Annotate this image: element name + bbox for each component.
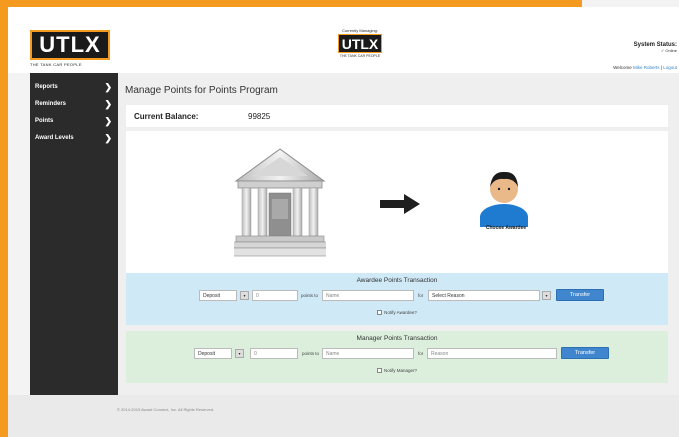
balance-bar: Current Balance: 99825 [126,105,668,127]
manager-name-input[interactable]: Name [322,348,414,359]
header: UTLX THE TANK CAR PEOPLE Currently Manag… [8,7,679,73]
points-input[interactable]: 0 [252,290,298,301]
bank-icon [234,148,326,257]
chevron-down-icon[interactable]: ▾ [240,291,249,300]
page-title: Manage Points for Points Program [125,85,278,96]
sidebar-item-award-levels[interactable]: Award Levels ❯ [30,132,118,144]
sidebar-item-label: Reports [35,84,58,90]
reason-select[interactable]: Select Reason [428,290,540,301]
arrow-right-icon [380,194,420,214]
for-label: for [418,293,424,298]
notify-manager-row: Notify Manager? [126,368,668,374]
manager-points-panel: Manager Points Transaction Deposit ▾ 0 p… [126,331,668,383]
notify-awardee-row: Notify Awardee? [126,310,668,316]
chevron-right-icon: ❯ [104,132,112,143]
notify-awardee-checkbox[interactable] [377,310,383,316]
logout-link[interactable]: Logout [663,65,677,70]
accent-bar-top [0,0,582,7]
footer-copyright: © 2014-2015 Award Connect, Inc. All Righ… [117,407,215,412]
points-to-label: points to [302,351,320,356]
status-value: ✓ Online [660,48,677,53]
for-label: for [418,351,424,356]
chevron-right-icon: ❯ [104,98,112,109]
welcome-prefix: Welcome [613,65,632,70]
chevron-right-icon: ❯ [104,81,112,92]
awardee-transaction-row: Deposit ▾ 0 points to Name for Select Re… [126,289,668,304]
points-input[interactable]: 0 [250,348,298,359]
points-to-label: points to [301,293,319,298]
balance-label: Current Balance: [134,111,199,121]
app-frame: UTLX THE TANK CAR PEOPLE Currently Manag… [0,0,679,437]
sidebar-item-label: Reminders [35,101,67,107]
managing-tagline: THE TANK CAR PEOPLE [339,54,381,58]
awardee-name-input[interactable]: Name [322,290,414,301]
sidebar-item-points[interactable]: Points ❯ [30,115,118,127]
sidebar-item-label: Points [35,118,54,124]
utlx-logo[interactable]: UTLX THE TANK CAR PEOPLE [30,30,110,67]
awardee-panel-title: Awardee Points Transaction [356,277,438,284]
awardee-transfer-button[interactable]: Transfer [556,289,604,301]
logo-tagline: THE TANK CAR PEOPLE [30,62,82,67]
reason-input[interactable]: Reason [427,348,557,359]
notify-manager-checkbox[interactable] [376,368,382,374]
notify-awardee-label: Notify Awardee? [384,310,417,315]
currently-managing: Currently Managing: UTLX THE TANK CAR PE… [338,28,382,58]
transfer-illustration: Choose Awardee [126,131,668,273]
user-avatar-icon[interactable] [476,167,532,227]
balance-value: 99825 [248,111,271,121]
manager-transaction-row: Deposit ▾ 0 points to Name for Reason Tr… [126,347,668,362]
main-content: Manage Points for Points Program Current… [118,73,679,395]
managing-caption: Currently Managing: [341,28,379,33]
sidebar-item-reports[interactable]: Reports ❯ [30,81,118,93]
sidebar-item-reminders[interactable]: Reminders ❯ [30,98,118,110]
accent-bar-left [0,0,8,437]
choose-awardee-label[interactable]: Choose Awardee [466,225,546,231]
footer: © 2014-2015 Award Connect, Inc. All Righ… [8,395,679,437]
sidebar: Reports ❯ Reminders ❯ Points ❯ Award Lev… [30,73,118,395]
manager-transfer-button[interactable]: Transfer [561,347,609,359]
transaction-type-select[interactable]: Deposit [199,290,237,301]
chevron-down-icon[interactable]: ▾ [235,349,244,358]
separator: | [660,65,662,70]
chevron-right-icon: ❯ [104,115,112,126]
welcome-user-link[interactable]: Mike Roberts [633,65,660,70]
chevron-down-icon[interactable]: ▾ [542,291,551,300]
welcome-line: Welcome Mike Roberts | Logout [613,65,677,70]
notify-manager-label: Notify Manager? [383,368,418,373]
transaction-type-select[interactable]: Deposit [194,348,232,359]
manager-panel-title: Manager Points Transaction [356,335,438,342]
sidebar-item-label: Award Levels [35,135,74,141]
system-status: System Status: ✓ Online [634,42,677,53]
logo-text: UTLX [30,30,110,60]
managing-logo: UTLX [338,34,382,53]
awardee-points-panel: Awardee Points Transaction Deposit ▾ 0 p… [126,273,668,325]
